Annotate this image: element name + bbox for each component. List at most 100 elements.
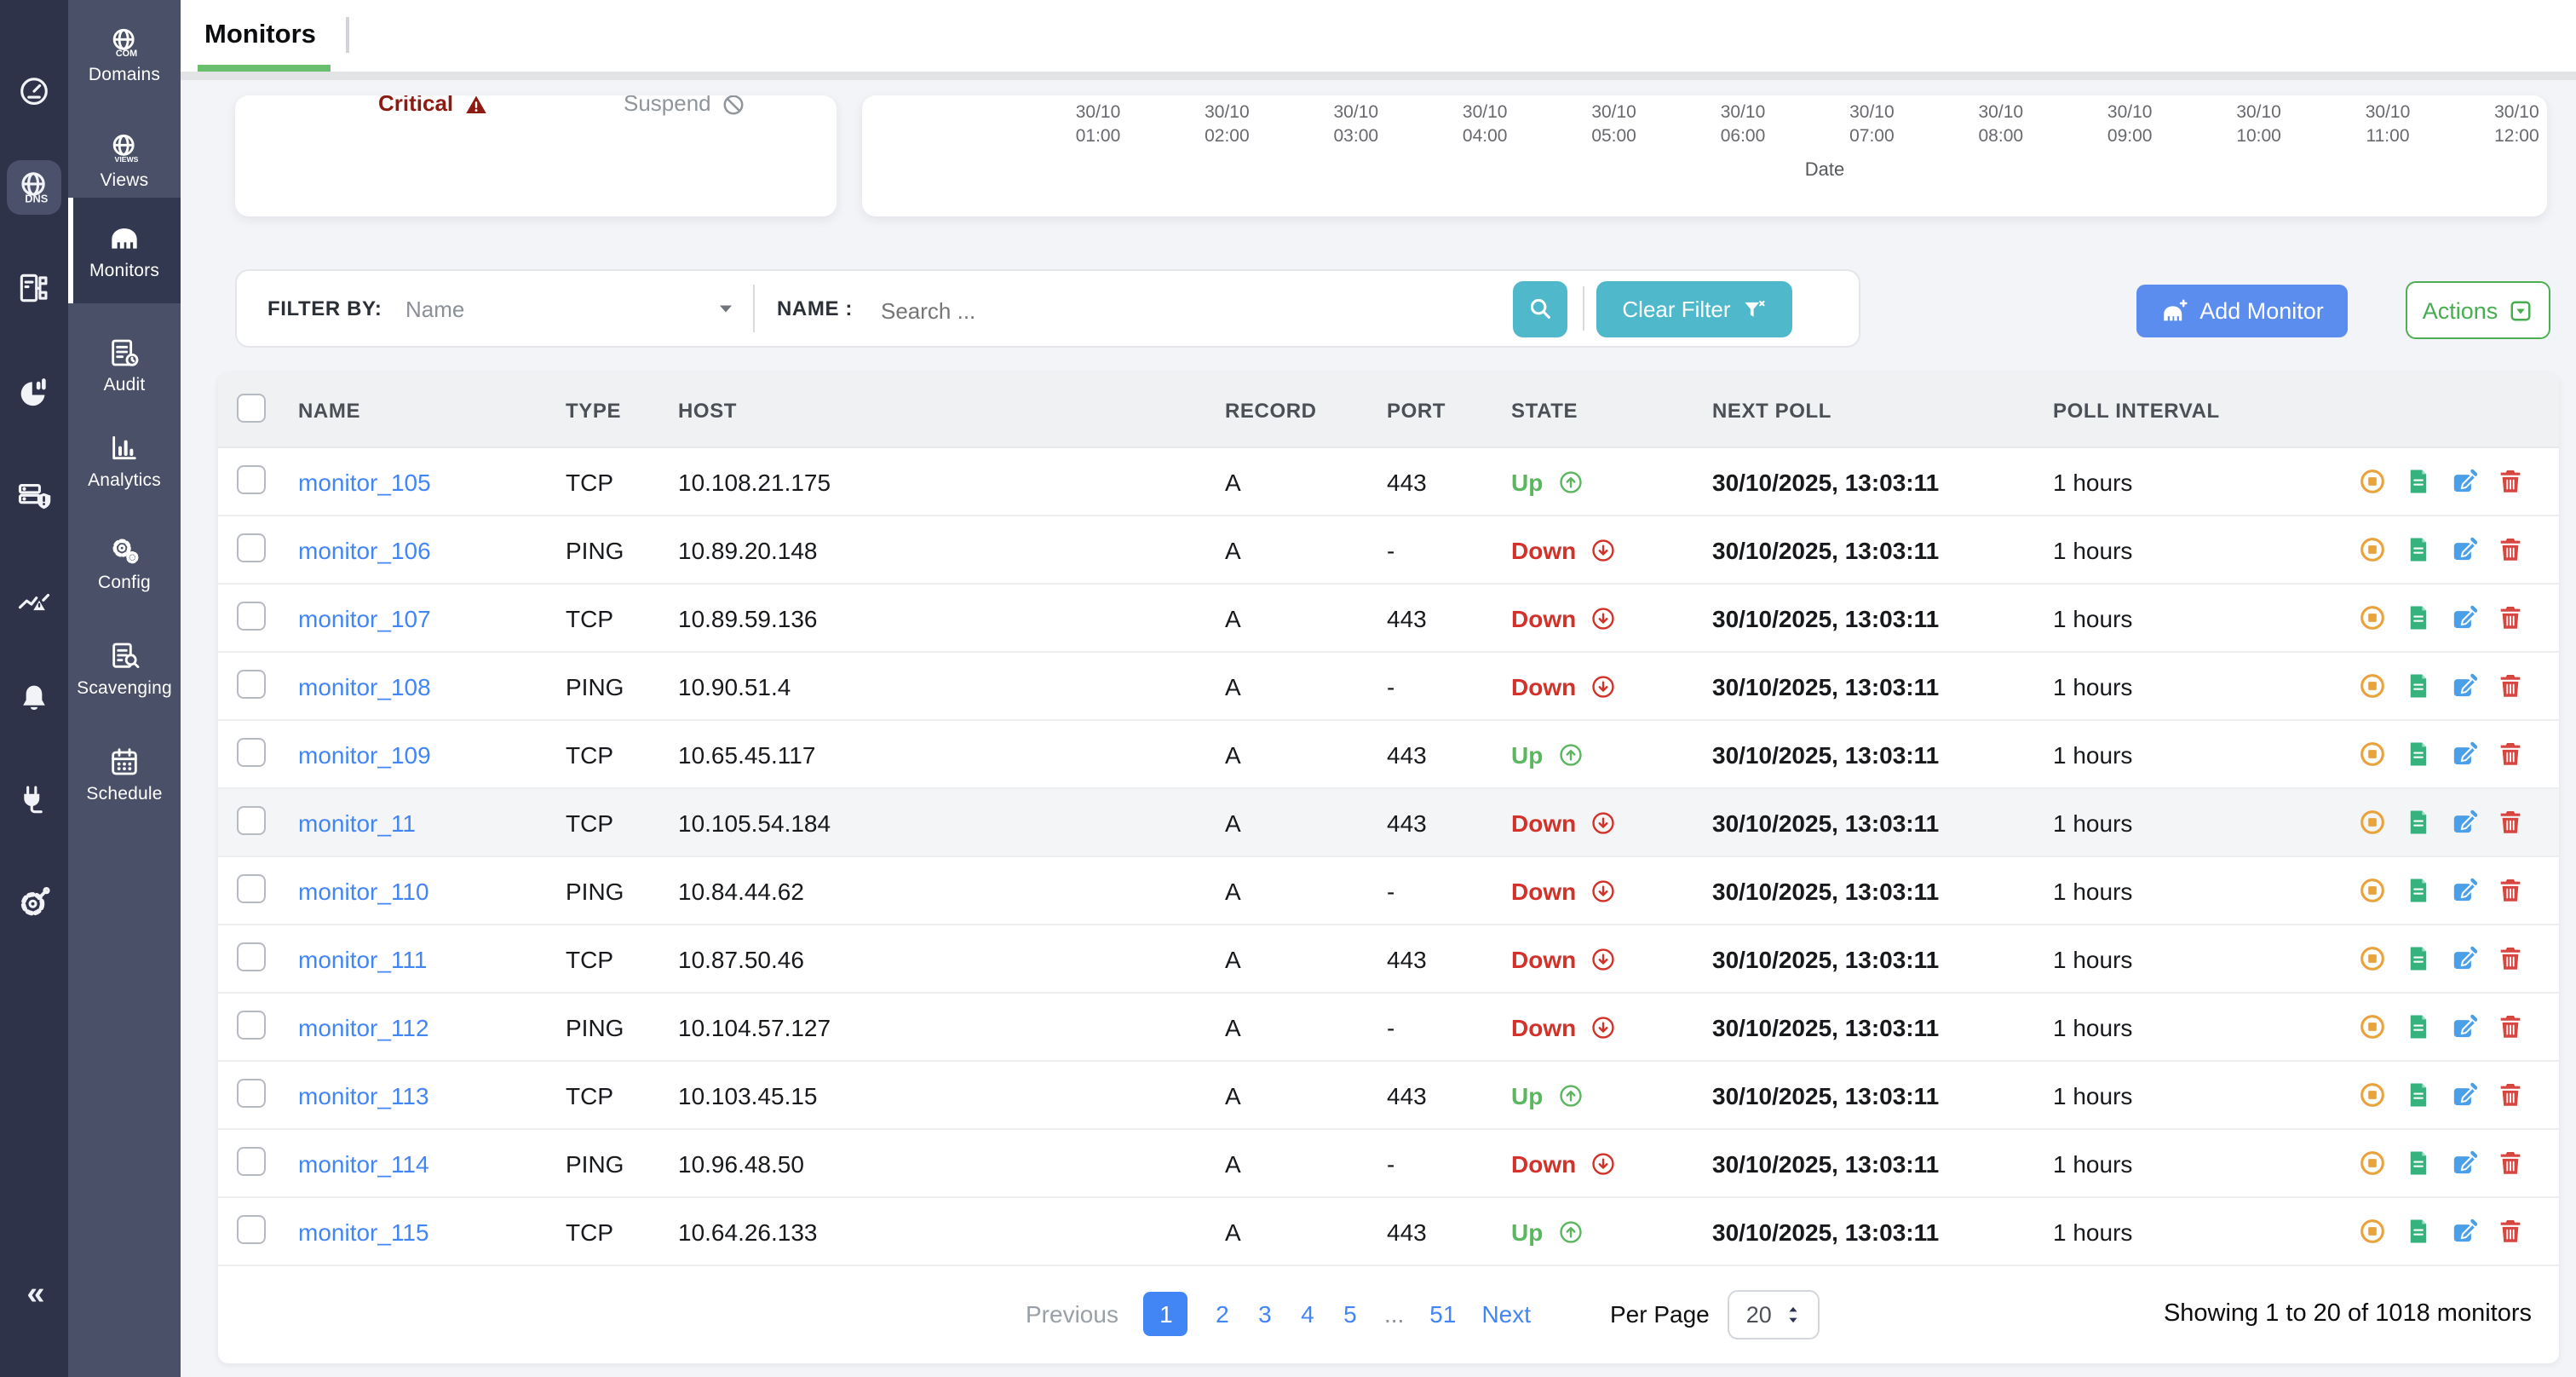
stop-monitor-button[interactable]	[2358, 671, 2387, 700]
row-checkbox[interactable]	[237, 1214, 266, 1243]
sidebar-item-audit[interactable]: Audit	[68, 324, 181, 406]
monitor-name-link[interactable]: monitor_115	[298, 1218, 429, 1245]
delete-button[interactable]	[2496, 944, 2525, 973]
sidebar-item-domains[interactable]: COMDomains	[68, 10, 181, 99]
delete-button[interactable]	[2496, 603, 2525, 632]
monitor-name-link[interactable]: monitor_112	[298, 1013, 429, 1040]
notifications-bell-icon[interactable]	[0, 670, 68, 728]
delete-button[interactable]	[2496, 1012, 2525, 1041]
stop-monitor-button[interactable]	[2358, 876, 2387, 905]
row-checkbox[interactable]	[237, 1078, 266, 1107]
edit-button[interactable]	[2450, 876, 2479, 905]
search-input[interactable]	[877, 271, 1463, 349]
edit-button[interactable]	[2450, 603, 2479, 632]
monitor-name-link[interactable]: monitor_111	[298, 945, 428, 972]
row-checkbox[interactable]	[237, 1146, 266, 1175]
next-page-button[interactable]: Next	[1481, 1300, 1531, 1328]
report-button[interactable]	[2404, 1080, 2433, 1109]
legend-suspend[interactable]: Suspend	[624, 95, 747, 118]
delete-button[interactable]	[2496, 808, 2525, 837]
row-checkbox[interactable]	[237, 601, 266, 630]
report-button[interactable]	[2404, 1217, 2433, 1246]
stop-monitor-button[interactable]	[2358, 808, 2387, 837]
column-header-poll-interval[interactable]: POLL INTERVAL	[2034, 398, 2324, 422]
sidebar-item-config[interactable]: Config	[68, 518, 181, 607]
page-button-2[interactable]: 2	[1214, 1300, 1231, 1328]
row-checkbox[interactable]	[237, 464, 266, 493]
page-button-3[interactable]: 3	[1256, 1300, 1274, 1328]
stop-monitor-button[interactable]	[2358, 603, 2387, 632]
actions-button[interactable]: Actions	[2406, 281, 2550, 339]
edit-button[interactable]	[2450, 671, 2479, 700]
report-button[interactable]	[2404, 467, 2433, 496]
edit-button[interactable]	[2450, 740, 2479, 769]
stop-monitor-button[interactable]	[2358, 944, 2387, 973]
edit-button[interactable]	[2450, 1149, 2479, 1178]
sidebar-item-views[interactable]: VIEWSViews	[68, 116, 181, 205]
monitor-name-link[interactable]: monitor_108	[298, 672, 431, 700]
sidebar-item-scavenging[interactable]: Scavenging	[68, 620, 181, 716]
tab-monitors[interactable]: Monitors	[204, 0, 316, 72]
stop-monitor-button[interactable]	[2358, 740, 2387, 769]
add-monitor-button[interactable]: Add Monitor	[2136, 285, 2348, 337]
edit-button[interactable]	[2450, 467, 2479, 496]
monitor-name-link[interactable]: monitor_110	[298, 877, 429, 904]
select-all-checkbox[interactable]	[237, 393, 266, 422]
filter-by-select[interactable]: Name	[405, 271, 464, 346]
row-checkbox[interactable]	[237, 942, 266, 971]
delete-button[interactable]	[2496, 740, 2525, 769]
column-header-host[interactable]: HOST	[659, 398, 1206, 422]
edit-button[interactable]	[2450, 1217, 2479, 1246]
stop-monitor-button[interactable]	[2358, 1149, 2387, 1178]
edit-button[interactable]	[2450, 1080, 2479, 1109]
monitor-name-link[interactable]: monitor_105	[298, 468, 431, 495]
row-checkbox[interactable]	[237, 1010, 266, 1039]
row-checkbox[interactable]	[237, 669, 266, 698]
stop-monitor-button[interactable]	[2358, 1012, 2387, 1041]
dashboard-icon[interactable]	[0, 61, 68, 119]
monitor-name-link[interactable]: monitor_11	[298, 809, 416, 836]
delete-button[interactable]	[2496, 876, 2525, 905]
search-button[interactable]	[1513, 280, 1567, 337]
collapse-sidebar-button[interactable]: «	[0, 1275, 68, 1316]
page-button-4[interactable]: 4	[1299, 1300, 1316, 1328]
chevron-down-icon[interactable]	[716, 298, 736, 319]
stop-monitor-button[interactable]	[2358, 467, 2387, 496]
report-button[interactable]	[2404, 603, 2433, 632]
monitor-name-link[interactable]: monitor_107	[298, 604, 431, 631]
row-checkbox[interactable]	[237, 737, 266, 766]
clear-filter-button[interactable]: Clear Filter	[1596, 280, 1792, 337]
stats-pie-icon[interactable]	[0, 363, 68, 421]
column-header-name[interactable]: NAME	[279, 398, 547, 422]
column-header-type[interactable]: TYPE	[547, 398, 659, 422]
stop-monitor-button[interactable]	[2358, 1080, 2387, 1109]
monitor-name-link[interactable]: monitor_109	[298, 740, 431, 768]
alerts-graph-icon[interactable]	[0, 571, 68, 629]
stop-monitor-button[interactable]	[2358, 1217, 2387, 1246]
column-header-next-poll[interactable]: NEXT POLL	[1693, 398, 2034, 422]
delete-button[interactable]	[2496, 1217, 2525, 1246]
report-button[interactable]	[2404, 671, 2433, 700]
settings-gear-icon[interactable]	[0, 874, 68, 932]
sidebar-item-schedule[interactable]: Schedule	[68, 729, 181, 818]
connections-plug-icon[interactable]	[0, 770, 68, 828]
delete-button[interactable]	[2496, 1080, 2525, 1109]
column-header-record[interactable]: RECORD	[1206, 398, 1368, 422]
dns-globe-icon[interactable]: DNS	[7, 160, 61, 215]
column-header-port[interactable]: PORT	[1368, 398, 1492, 422]
row-checkbox[interactable]	[237, 873, 266, 902]
delete-button[interactable]	[2496, 535, 2525, 564]
page-button-51[interactable]: 51	[1429, 1300, 1456, 1328]
legend-critical[interactable]: Critical	[378, 95, 489, 118]
report-button[interactable]	[2404, 808, 2433, 837]
page-button-1[interactable]: 1	[1144, 1292, 1188, 1336]
sidebar-item-analytics[interactable]: Analytics	[68, 419, 181, 501]
monitor-name-link[interactable]: monitor_113	[298, 1081, 429, 1109]
row-checkbox[interactable]	[237, 805, 266, 834]
edit-button[interactable]	[2450, 808, 2479, 837]
report-button[interactable]	[2404, 740, 2433, 769]
server-security-icon[interactable]	[0, 467, 68, 525]
monitor-name-link[interactable]: monitor_106	[298, 536, 431, 563]
sidebar-item-monitors[interactable]: Monitors	[68, 198, 181, 303]
report-button[interactable]	[2404, 535, 2433, 564]
